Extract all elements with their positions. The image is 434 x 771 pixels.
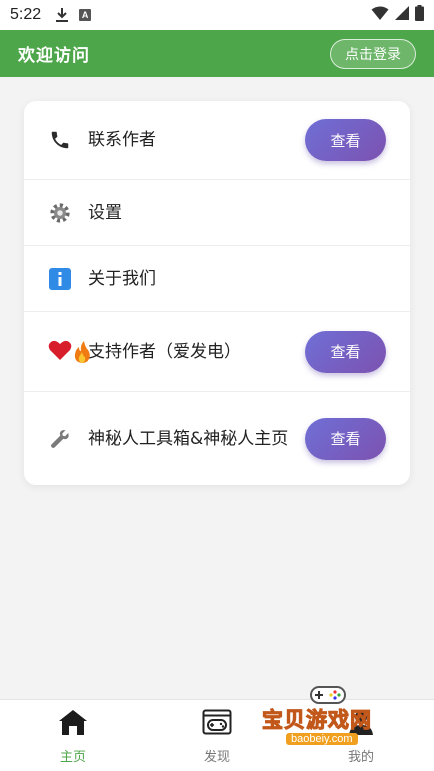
gear-icon <box>48 201 72 225</box>
battery-icon <box>415 5 424 25</box>
menu-item-label: 设置 <box>88 202 122 223</box>
menu-item-label: 联系作者 <box>88 130 156 150</box>
heart-fire-icon <box>48 340 90 364</box>
menu-item-label: 关于我们 <box>88 268 156 289</box>
menu-item-label: 神秘人工具箱&神秘人主页 <box>88 428 289 449</box>
nav-label: 主页 <box>59 750 86 765</box>
wifi-icon <box>371 6 389 25</box>
status-bar: 5:22 A <box>0 0 434 30</box>
menu-item-label: 支持作者（爱发电） <box>88 341 241 362</box>
info-icon <box>48 267 72 291</box>
wrench-icon <box>48 427 72 451</box>
user-icon <box>346 708 376 740</box>
app-header: 欢迎访问 点击登录 <box>0 30 434 77</box>
status-time: 5:22 <box>10 6 42 23</box>
bottom-navigation: 主页 发现 我的 <box>0 699 434 771</box>
home-icon <box>58 708 88 740</box>
view-button[interactable]: 查看 <box>305 330 386 373</box>
nav-label: 发现 <box>203 750 230 765</box>
menu-item-support-author[interactable]: 支持作者（爱发电） 查看 <box>24 312 410 392</box>
menu-item-contact-author[interactable]: 联系作者 查看 <box>24 101 410 180</box>
menu-item-settings[interactable]: 设置 <box>24 180 410 246</box>
menu-item-mystery-toolbox[interactable]: 神秘人工具箱&神秘人主页 查看 <box>24 392 410 485</box>
gamepad-icon <box>202 708 232 740</box>
view-button[interactable]: 查看 <box>305 417 386 460</box>
login-button[interactable]: 点击登录 <box>330 38 416 69</box>
download-icon <box>55 7 69 23</box>
app-notification-icon: A <box>79 9 92 21</box>
nav-tab-mine[interactable]: 我的 <box>321 708 401 765</box>
menu-item-about-us[interactable]: 关于我们 <box>24 246 410 312</box>
cellular-signal-icon <box>395 6 409 24</box>
nav-tab-discover[interactable]: 发现 <box>177 708 257 765</box>
page-title: 欢迎访问 <box>18 46 90 66</box>
menu-card: 联系作者 查看 设置 关于我们 支持作者（爱发电） 查看 神秘人工具箱&神秘人主… <box>24 101 410 485</box>
nav-tab-home[interactable]: 主页 <box>33 708 113 765</box>
phone-icon <box>48 128 72 152</box>
view-button[interactable]: 查看 <box>305 119 386 161</box>
nav-label: 我的 <box>347 750 374 765</box>
